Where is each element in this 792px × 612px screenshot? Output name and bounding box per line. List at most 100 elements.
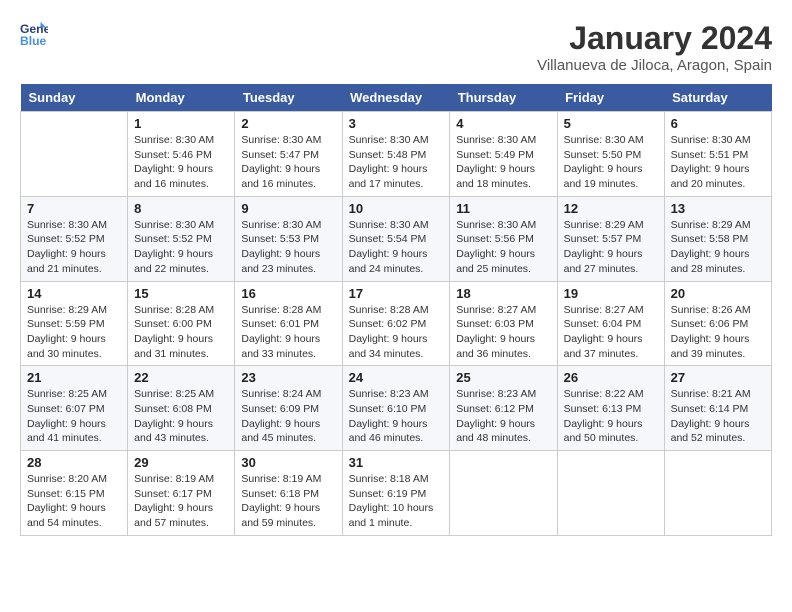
- day-number: 30: [241, 455, 335, 470]
- calendar-cell: 29 Sunrise: 8:19 AMSunset: 6:17 PMDayligh…: [128, 451, 235, 536]
- calendar-cell: 8 Sunrise: 8:30 AMSunset: 5:52 PMDaylight…: [128, 196, 235, 281]
- day-number: 8: [134, 201, 228, 216]
- day-header-saturday: Saturday: [664, 84, 771, 112]
- day-number: 27: [671, 370, 765, 385]
- day-number: 16: [241, 286, 335, 301]
- calendar-cell: 2 Sunrise: 8:30 AMSunset: 5:47 PMDaylight…: [235, 112, 342, 197]
- calendar-cell: 15Sunrise: 8:28 AMSunset: 6:00 PMDayligh…: [128, 281, 235, 366]
- calendar-cell: 10 Sunrise: 8:30 AMSunset: 5:54 PMDayligh…: [342, 196, 450, 281]
- day-info: Sunrise: 8:30 AMSunset: 5:56 PMDaylight:…: [456, 218, 550, 277]
- calendar-cell: 28 Sunrise: 8:20 AMSunset: 6:15 PMDayligh…: [21, 451, 128, 536]
- week-row-5: 28 Sunrise: 8:20 AMSunset: 6:15 PMDayligh…: [21, 451, 772, 536]
- calendar-cell: 1Sunrise: 8:30 AMSunset: 5:46 PMDaylight…: [128, 112, 235, 197]
- calendar-cell: 12 Sunrise: 8:29 AMSunset: 5:57 PMDayligh…: [557, 196, 664, 281]
- day-info: Sunrise: 8:23 AMSunset: 6:12 PMDaylight:…: [456, 387, 550, 446]
- day-number: 11: [456, 201, 550, 216]
- calendar-body: 1Sunrise: 8:30 AMSunset: 5:46 PMDaylight…: [21, 112, 772, 536]
- calendar-cell: 7 Sunrise: 8:30 AMSunset: 5:52 PMDaylight…: [21, 196, 128, 281]
- day-info: Sunrise: 8:29 AMSunset: 5:58 PMDaylight:…: [671, 218, 765, 277]
- calendar-cell: 11 Sunrise: 8:30 AMSunset: 5:56 PMDayligh…: [450, 196, 557, 281]
- page-header: General Blue January 2024 Villanueva de …: [20, 20, 772, 74]
- day-info: Sunrise: 8:27 AMSunset: 6:04 PMDaylight:…: [564, 303, 658, 362]
- day-number: 28: [27, 455, 121, 470]
- day-info: Sunrise: 8:30 AMSunset: 5:54 PMDaylight:…: [349, 218, 444, 277]
- calendar-header-row: SundayMondayTuesdayWednesdayThursdayFrid…: [21, 84, 772, 112]
- day-number: 14: [27, 286, 121, 301]
- calendar-cell: 23Sunrise: 8:24 AMSunset: 6:09 PMDayligh…: [235, 366, 342, 451]
- calendar-cell: 5 Sunrise: 8:30 AMSunset: 5:50 PMDaylight…: [557, 112, 664, 197]
- day-info: Sunrise: 8:30 AMSunset: 5:51 PMDaylight:…: [671, 133, 765, 192]
- month-title: January 2024: [537, 20, 772, 57]
- day-number: 24: [349, 370, 444, 385]
- day-header-tuesday: Tuesday: [235, 84, 342, 112]
- day-info: Sunrise: 8:30 AMSunset: 5:52 PMDaylight:…: [27, 218, 121, 277]
- calendar-cell: 25Sunrise: 8:23 AMSunset: 6:12 PMDayligh…: [450, 366, 557, 451]
- calendar-cell: 20Sunrise: 8:26 AMSunset: 6:06 PMDayligh…: [664, 281, 771, 366]
- calendar-cell: 9 Sunrise: 8:30 AMSunset: 5:53 PMDaylight…: [235, 196, 342, 281]
- day-info: Sunrise: 8:30 AMSunset: 5:50 PMDaylight:…: [564, 133, 658, 192]
- day-number: 7: [27, 201, 121, 216]
- day-number: 9: [241, 201, 335, 216]
- day-number: 23: [241, 370, 335, 385]
- svg-text:Blue: Blue: [20, 34, 47, 48]
- calendar-cell: 27 Sunrise: 8:21 AMSunset: 6:14 PMDayligh…: [664, 366, 771, 451]
- day-info: Sunrise: 8:27 AMSunset: 6:03 PMDaylight:…: [456, 303, 550, 362]
- calendar-cell: 18 Sunrise: 8:27 AMSunset: 6:03 PMDayligh…: [450, 281, 557, 366]
- day-number: 20: [671, 286, 765, 301]
- day-info: Sunrise: 8:23 AMSunset: 6:10 PMDaylight:…: [349, 387, 444, 446]
- day-number: 26: [564, 370, 658, 385]
- day-info: Sunrise: 8:25 AMSunset: 6:08 PMDaylight:…: [134, 387, 228, 446]
- calendar-cell: [21, 112, 128, 197]
- day-info: Sunrise: 8:21 AMSunset: 6:14 PMDaylight:…: [671, 387, 765, 446]
- day-number: 22: [134, 370, 228, 385]
- week-row-2: 7 Sunrise: 8:30 AMSunset: 5:52 PMDaylight…: [21, 196, 772, 281]
- calendar-table: SundayMondayTuesdayWednesdayThursdayFrid…: [20, 84, 772, 536]
- day-info: Sunrise: 8:30 AMSunset: 5:53 PMDaylight:…: [241, 218, 335, 277]
- calendar-cell: [450, 451, 557, 536]
- day-info: Sunrise: 8:20 AMSunset: 6:15 PMDaylight:…: [27, 472, 121, 531]
- week-row-4: 21 Sunrise: 8:25 AMSunset: 6:07 PMDayligh…: [21, 366, 772, 451]
- day-number: 18: [456, 286, 550, 301]
- day-number: 29: [134, 455, 228, 470]
- day-info: Sunrise: 8:30 AMSunset: 5:49 PMDaylight:…: [456, 133, 550, 192]
- day-number: 6: [671, 116, 765, 131]
- day-info: Sunrise: 8:18 AMSunset: 6:19 PMDaylight:…: [349, 472, 444, 531]
- calendar-cell: 16Sunrise: 8:28 AMSunset: 6:01 PMDayligh…: [235, 281, 342, 366]
- day-number: 12: [564, 201, 658, 216]
- day-number: 13: [671, 201, 765, 216]
- day-info: Sunrise: 8:22 AMSunset: 6:13 PMDaylight:…: [564, 387, 658, 446]
- day-number: 1: [134, 116, 228, 131]
- day-number: 17: [349, 286, 444, 301]
- day-header-sunday: Sunday: [21, 84, 128, 112]
- day-number: 15: [134, 286, 228, 301]
- calendar-cell: 14 Sunrise: 8:29 AMSunset: 5:59 PMDayligh…: [21, 281, 128, 366]
- calendar-cell: 17Sunrise: 8:28 AMSunset: 6:02 PMDayligh…: [342, 281, 450, 366]
- logo: General Blue: [20, 20, 48, 48]
- calendar-cell: 6 Sunrise: 8:30 AMSunset: 5:51 PMDaylight…: [664, 112, 771, 197]
- day-number: 2: [241, 116, 335, 131]
- day-info: Sunrise: 8:30 AMSunset: 5:47 PMDaylight:…: [241, 133, 335, 192]
- day-info: Sunrise: 8:29 AMSunset: 5:57 PMDaylight:…: [564, 218, 658, 277]
- calendar-cell: [664, 451, 771, 536]
- calendar-cell: 3 Sunrise: 8:30 AMSunset: 5:48 PMDaylight…: [342, 112, 450, 197]
- day-info: Sunrise: 8:19 AMSunset: 6:17 PMDaylight:…: [134, 472, 228, 531]
- day-info: Sunrise: 8:25 AMSunset: 6:07 PMDaylight:…: [27, 387, 121, 446]
- calendar-cell: 30Sunrise: 8:19 AMSunset: 6:18 PMDayligh…: [235, 451, 342, 536]
- day-number: 3: [349, 116, 444, 131]
- day-number: 19: [564, 286, 658, 301]
- calendar-cell: [557, 451, 664, 536]
- calendar-cell: 19 Sunrise: 8:27 AMSunset: 6:04 PMDayligh…: [557, 281, 664, 366]
- calendar-cell: 21 Sunrise: 8:25 AMSunset: 6:07 PMDayligh…: [21, 366, 128, 451]
- week-row-3: 14 Sunrise: 8:29 AMSunset: 5:59 PMDayligh…: [21, 281, 772, 366]
- location-subtitle: Villanueva de Jiloca, Aragon, Spain: [537, 57, 772, 74]
- day-info: Sunrise: 8:30 AMSunset: 5:48 PMDaylight:…: [349, 133, 444, 192]
- logo-icon: General Blue: [20, 20, 48, 48]
- day-number: 21: [27, 370, 121, 385]
- day-info: Sunrise: 8:29 AMSunset: 5:59 PMDaylight:…: [27, 303, 121, 362]
- day-info: Sunrise: 8:30 AMSunset: 5:52 PMDaylight:…: [134, 218, 228, 277]
- day-number: 31: [349, 455, 444, 470]
- day-number: 10: [349, 201, 444, 216]
- day-number: 5: [564, 116, 658, 131]
- title-area: January 2024 Villanueva de Jiloca, Arago…: [537, 20, 772, 74]
- calendar-cell: 22 Sunrise: 8:25 AMSunset: 6:08 PMDayligh…: [128, 366, 235, 451]
